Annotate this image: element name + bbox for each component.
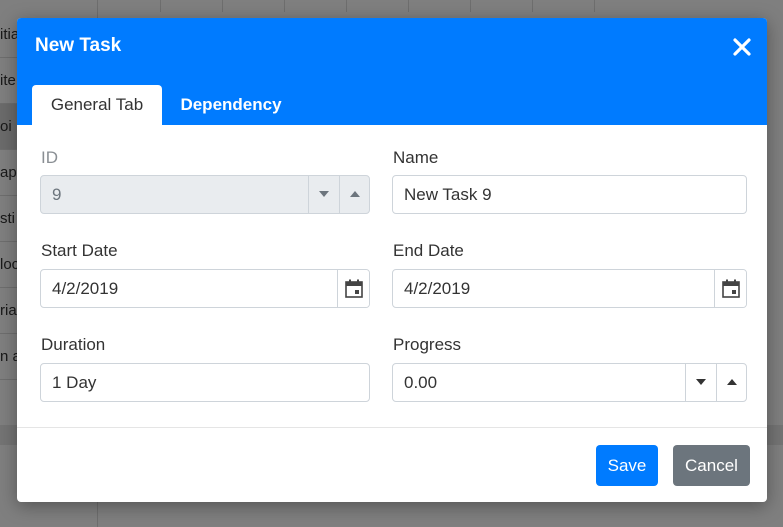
tab-dependency[interactable]: Dependency — [167, 85, 295, 125]
id-value: 9 — [52, 185, 62, 204]
end-date-calendar-button[interactable] — [714, 270, 746, 307]
end-date-value: 4/2/2019 — [404, 279, 471, 298]
dialog-footer-divider — [17, 427, 767, 428]
save-button[interactable]: Save — [596, 445, 658, 486]
start-date-calendar-button[interactable] — [337, 270, 369, 307]
dialog-header: New Task General Tab Dependency — [17, 18, 767, 125]
start-date-field[interactable]: 4/2/2019 — [40, 269, 370, 308]
close-button[interactable] — [731, 36, 753, 58]
progress-increment-button[interactable] — [716, 364, 746, 401]
name-field[interactable]: New Task 9 — [392, 175, 747, 214]
duration-label: Duration — [41, 335, 106, 354]
new-task-dialog: New Task General Tab Dependency ID 9 Nam… — [17, 18, 767, 502]
id-field: 9 — [40, 175, 370, 214]
progress-decrement-button[interactable] — [685, 364, 716, 401]
cancel-button[interactable]: Cancel — [673, 445, 750, 486]
name-value: New Task 9 — [404, 185, 492, 204]
id-label: ID — [41, 148, 58, 167]
calendar-icon — [722, 279, 740, 298]
duration-value: 1 Day — [52, 373, 97, 392]
duration-field[interactable]: 1 Day — [40, 363, 370, 402]
progress-value: 0.00 — [404, 373, 438, 392]
progress-label: Progress — [393, 335, 462, 354]
id-increment-button — [339, 176, 369, 213]
dialog-title: New Task — [35, 35, 122, 56]
chevron-down-icon — [696, 379, 706, 385]
end-date-field[interactable]: 4/2/2019 — [392, 269, 747, 308]
chevron-up-icon — [727, 379, 737, 385]
end-date-label: End Date — [393, 241, 464, 260]
chevron-down-icon — [319, 191, 329, 197]
id-decrement-button — [308, 176, 339, 213]
close-icon — [733, 38, 751, 56]
tab-general[interactable]: General Tab — [32, 85, 162, 125]
start-date-value: 4/2/2019 — [52, 279, 119, 298]
name-label: Name — [393, 148, 439, 167]
start-date-label: Start Date — [41, 241, 118, 260]
progress-field[interactable]: 0.00 — [392, 363, 747, 402]
chevron-up-icon — [350, 191, 360, 197]
calendar-icon — [345, 279, 363, 298]
